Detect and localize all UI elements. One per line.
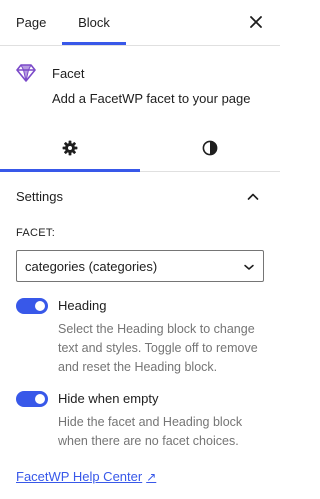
block-card: Facet Add a FacetWP facet to your page <box>0 46 280 124</box>
chevron-down-icon <box>244 264 254 270</box>
active-subtab-indicator <box>0 169 140 172</box>
help-center-link[interactable]: FacetWP Help Center ↗ <box>16 469 156 484</box>
close-icon[interactable] <box>248 14 264 30</box>
block-description: Add a FacetWP facet to your page <box>52 91 251 106</box>
hide-when-empty-label: Hide when empty <box>58 391 159 406</box>
hide-empty-help-text: Hide the facet and Heading block when th… <box>58 415 243 448</box>
panel-title: Settings <box>16 189 63 204</box>
heading-toggle[interactable] <box>16 298 48 314</box>
contrast-icon <box>202 140 218 156</box>
tab-settings[interactable] <box>0 128 140 172</box>
facet-icon <box>16 64 36 82</box>
facet-label: FACET: <box>16 227 56 239</box>
tab-styles[interactable] <box>140 128 280 172</box>
heading-help-text: Select the Heading block to change text … <box>58 322 258 374</box>
toggle-knob <box>35 394 45 404</box>
chevron-up-icon <box>247 193 259 200</box>
hide-when-empty-toggle[interactable] <box>16 391 48 407</box>
gear-icon <box>62 140 78 156</box>
active-tab-indicator <box>62 42 126 45</box>
help-center-link-label: FacetWP Help Center <box>16 469 143 484</box>
settings-panel-toggle[interactable]: Settings <box>0 180 280 212</box>
tab-block[interactable]: Block <box>62 0 126 45</box>
facet-select[interactable]: categories (categories) <box>16 250 264 282</box>
tab-page[interactable]: Page <box>16 0 46 45</box>
external-link-icon: ↗ <box>146 470 157 484</box>
facet-select-value: categories (categories) <box>25 259 158 274</box>
heading-toggle-label: Heading <box>58 298 107 313</box>
sidebar-tabs: Page Block <box>0 0 280 46</box>
toggle-knob <box>35 301 45 311</box>
inspector-subtabs <box>0 128 280 172</box>
block-title: Facet <box>52 66 85 81</box>
